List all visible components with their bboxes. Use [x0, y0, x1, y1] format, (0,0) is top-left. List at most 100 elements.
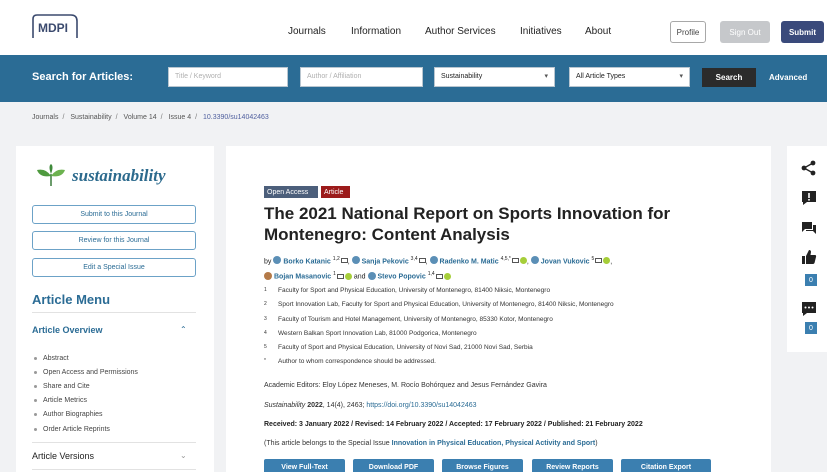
publication-dates: Received: 3 January 2022 / Revised: 14 F… [264, 421, 643, 428]
doi-link[interactable]: https://doi.org/10.3390/su14042463 [366, 402, 476, 409]
browse-figures-button[interactable]: Browse Figures [442, 459, 523, 472]
author-name[interactable]: Borko Katanic [283, 258, 330, 265]
menu-item-open-access[interactable]: Open Access and Permissions [34, 365, 138, 379]
search-label: Search for Articles: [32, 71, 134, 83]
search-button[interactable]: Search [702, 68, 756, 87]
journal-select[interactable]: Sustainability ▾ [434, 67, 555, 87]
journal-logo[interactable]: sustainability [36, 164, 166, 188]
share-icon[interactable] [801, 160, 817, 176]
profile-button[interactable]: Profile [670, 21, 706, 43]
chevron-down-icon[interactable]: ⌄ [180, 451, 187, 460]
advanced-search-link[interactable]: Advanced [769, 73, 807, 82]
edit-special-issue-button[interactable]: Edit a Special Issue [32, 258, 196, 277]
article-overview-toggle[interactable]: Article Overview [32, 325, 103, 335]
affiliation-item: * Author to whom correspondence should be… [264, 358, 436, 366]
journal-name: sustainability [72, 166, 166, 185]
mdpi-logo[interactable]: MDPI [31, 13, 79, 40]
article-menu-title: Article Menu [32, 292, 111, 307]
author-name[interactable]: Radenko M. Matic [440, 258, 499, 265]
orcid-icon[interactable] [519, 257, 527, 265]
author-affil-sup: 1 [333, 271, 336, 278]
breadcrumb: Journals / Sustainability / Volume 14/ Iss… [32, 114, 269, 121]
citation-journal: Sustainability [264, 402, 306, 409]
report-icon[interactable] [801, 190, 817, 206]
orcid-icon[interactable] [603, 257, 611, 265]
divider [32, 442, 196, 443]
breadcrumb-volume[interactable]: Volume 14 [124, 114, 157, 121]
author-affil-sup: 4,5,* [500, 256, 511, 262]
breadcrumb-journals[interactable]: Journals [32, 114, 58, 121]
article-type-badge: Article [321, 186, 350, 198]
author-avatar-icon [367, 271, 376, 280]
author-avatar-icon [530, 256, 539, 265]
like-count-badge: 0 [805, 274, 817, 286]
menu-item-share-cite[interactable]: Share and Cite [34, 379, 138, 393]
review-for-journal-button[interactable]: Review for this Journal [32, 231, 196, 250]
author-name[interactable]: Stevo Popovic [378, 274, 426, 281]
article-versions-toggle[interactable]: Article Versions [32, 451, 94, 461]
special-issue-suffix: ) [595, 440, 598, 447]
article-type-select[interactable]: All Article Types ▾ [569, 67, 690, 87]
chat-icon[interactable] [801, 220, 817, 236]
social-rail: 0 0 [787, 146, 827, 352]
envelope-icon[interactable] [511, 258, 519, 264]
author-avatar-icon [351, 256, 360, 265]
divider [32, 312, 196, 313]
bullet-icon [34, 370, 37, 374]
author-name[interactable]: Jovan Vukovic [541, 258, 590, 265]
author-avatar-icon [273, 256, 282, 265]
article-panel: Open Access Article The 2021 National Re… [226, 146, 771, 472]
citation-year: 2022 [307, 402, 323, 409]
orcid-icon[interactable] [443, 272, 451, 280]
menu-item-abstract[interactable]: Abstract [34, 351, 138, 365]
bullet-icon [34, 413, 37, 417]
breadcrumb-issue[interactable]: Issue 4 [169, 114, 192, 121]
submit-to-journal-button[interactable]: Submit to this Journal [32, 205, 196, 224]
thumbs-up-icon[interactable] [801, 249, 817, 265]
citation-volume: , 14(4), 2463; [322, 402, 365, 409]
envelope-icon[interactable] [435, 273, 443, 279]
svg-text:MDPI: MDPI [38, 21, 68, 35]
menu-item-reprints[interactable]: Order Article Reprints [34, 422, 138, 436]
envelope-icon[interactable] [418, 258, 426, 264]
download-pdf-button[interactable]: Download PDF [353, 459, 434, 472]
special-issue-link[interactable]: Innovation in Physical Education, Physic… [392, 440, 596, 447]
nav-about[interactable]: About [585, 26, 611, 37]
author-affil-sup: 5 [591, 256, 595, 262]
author-affil-sup: 1,4 [427, 271, 435, 278]
keyword-input[interactable]: Title / Keyword [168, 67, 288, 87]
author-avatar-icon [264, 271, 272, 280]
sign-out-button[interactable]: Sign Out [720, 21, 770, 43]
affiliation-list: 1 Faculty for Sport and Physical Educatio… [264, 287, 614, 373]
author-avatar-icon [429, 256, 438, 265]
bullet-icon [34, 384, 37, 388]
special-issue-prefix: (This article belongs to the Special Iss… [264, 440, 390, 447]
author-name[interactable]: Bojan Masanovic [274, 274, 331, 281]
author-affil-sup: 3,4 [410, 256, 418, 262]
chevron-up-icon[interactable]: ⌃ [180, 325, 187, 334]
envelope-icon[interactable] [336, 273, 344, 279]
breadcrumb-sustainability[interactable]: Sustainability [70, 114, 111, 121]
review-reports-button[interactable]: Review Reports [532, 459, 613, 472]
envelope-icon[interactable] [340, 258, 348, 264]
nav-initiatives[interactable]: Initiatives [520, 26, 562, 37]
submit-button[interactable]: Submit [781, 21, 824, 43]
nav-journals[interactable]: Journals [288, 26, 326, 37]
author-input[interactable]: Author / Affiliation [300, 67, 423, 87]
envelope-icon[interactable] [595, 258, 603, 264]
menu-item-biographies[interactable]: Author Biographies [34, 408, 138, 422]
nav-author-services[interactable]: Author Services [425, 26, 496, 37]
leaf-icon [37, 164, 65, 186]
journal-select-value: Sustainability [441, 73, 483, 80]
special-issue-note: (This article belongs to the Special Iss… [264, 440, 598, 447]
nav-information[interactable]: Information [351, 26, 401, 37]
menu-item-metrics[interactable]: Article Metrics [34, 394, 138, 408]
breadcrumb-doi[interactable]: 10.3390/su14042463 [203, 114, 269, 121]
affiliation-item: 2 Sport Innovation Lab, Faculty for Sport… [264, 301, 614, 309]
author-name[interactable]: Sanja Pekovic [362, 258, 409, 265]
orcid-icon[interactable] [344, 272, 352, 280]
open-access-badge: Open Access [264, 186, 318, 198]
view-full-text-button[interactable]: View Full-Text [264, 459, 345, 472]
citation-export-button[interactable]: Citation Export [621, 459, 711, 472]
comment-icon[interactable] [801, 301, 817, 317]
